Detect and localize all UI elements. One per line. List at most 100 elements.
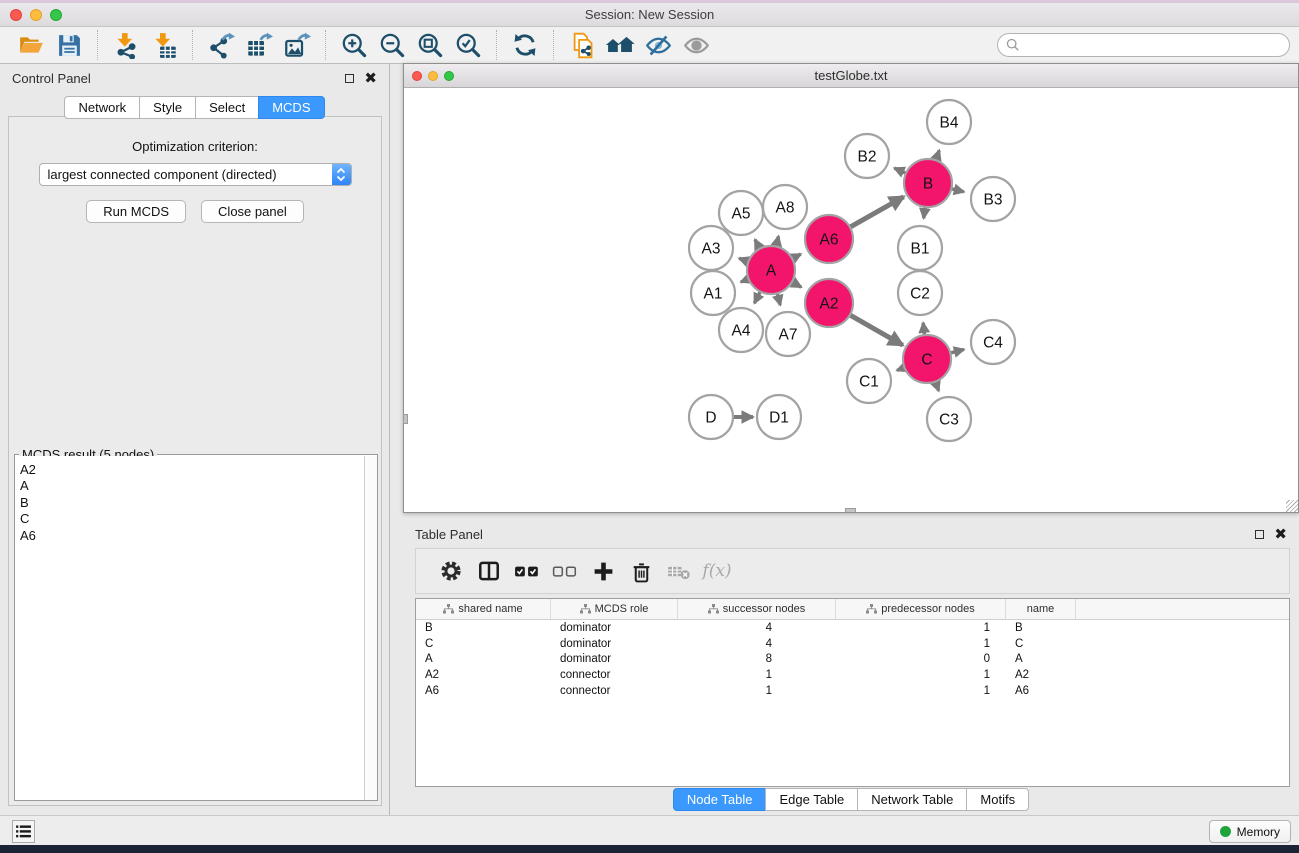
- node-D1[interactable]: D1: [757, 395, 801, 439]
- export-network-button[interactable]: [206, 30, 236, 60]
- show-all-button[interactable]: [681, 30, 711, 60]
- close-panel-button[interactable]: Close panel: [201, 200, 304, 223]
- node-C3[interactable]: C3: [927, 397, 971, 441]
- edge-A6-B[interactable]: [848, 197, 903, 228]
- table-cell[interactable]: dominator: [551, 653, 678, 665]
- node-B1[interactable]: B1: [898, 226, 942, 270]
- run-mcds-button[interactable]: Run MCDS: [86, 200, 186, 223]
- split-view-button[interactable]: [470, 556, 508, 586]
- table-cell[interactable]: 4: [678, 622, 836, 634]
- zoom-fit-button[interactable]: [415, 30, 445, 60]
- window-resize-handle[interactable]: [1286, 500, 1298, 512]
- horizontal-scroll-thumb[interactable]: [845, 508, 856, 512]
- column-header-mcds-role[interactable]: MCDS role: [551, 599, 678, 619]
- table-cell[interactable]: A: [1006, 653, 1076, 665]
- table-cell[interactable]: 4: [678, 638, 836, 650]
- table-cell[interactable]: A6: [1006, 685, 1076, 697]
- memory-button[interactable]: Memory: [1209, 820, 1291, 843]
- column-header-name[interactable]: name: [1006, 599, 1076, 619]
- close-table-panel-icon[interactable]: ✖: [1274, 530, 1287, 539]
- float-table-panel-icon[interactable]: [1255, 530, 1264, 539]
- deselect-all-columns-button[interactable]: [546, 556, 584, 586]
- node-A8[interactable]: A8: [763, 185, 807, 229]
- table-cell[interactable]: C: [416, 638, 551, 650]
- vertical-scroll-thumb[interactable]: [403, 414, 408, 424]
- close-panel-icon[interactable]: ✖: [364, 74, 377, 83]
- edge-A2-C[interactable]: [848, 314, 903, 345]
- result-item[interactable]: C: [20, 511, 364, 527]
- node-C[interactable]: C: [903, 335, 951, 383]
- node-B3[interactable]: B3: [971, 177, 1015, 221]
- network-canvas[interactable]: A A1 A2 A3 A4 A5 A6 A7 A8 B B1 B2 B3B4 C C1C2 C3C4 D D1: [404, 88, 1298, 512]
- criterion-dropdown[interactable]: largest connected component (directed): [39, 163, 352, 186]
- zoom-out-button[interactable]: [377, 30, 407, 60]
- search-input[interactable]: [997, 33, 1290, 57]
- tab-select[interactable]: Select: [195, 96, 259, 119]
- table-cell[interactable]: 1: [678, 669, 836, 681]
- node-B[interactable]: B: [904, 159, 952, 207]
- table-cell[interactable]: 1: [836, 669, 1006, 681]
- node-C1[interactable]: C1: [847, 359, 891, 403]
- tab-network[interactable]: Network: [64, 96, 140, 119]
- table-cell[interactable]: B: [1006, 622, 1076, 634]
- table-cell[interactable]: B: [416, 622, 551, 634]
- table-settings-button[interactable]: [432, 556, 470, 586]
- duplicate-network-button[interactable]: [567, 30, 597, 60]
- node-A3[interactable]: A3: [689, 226, 733, 270]
- table-cell[interactable]: 1: [836, 685, 1006, 697]
- node-C4[interactable]: C4: [971, 320, 1015, 364]
- table-cell[interactable]: connector: [551, 669, 678, 681]
- save-session-button[interactable]: [54, 30, 84, 60]
- table-cell[interactable]: connector: [551, 685, 678, 697]
- result-item[interactable]: A6: [20, 528, 364, 544]
- node-B4[interactable]: B4: [927, 100, 971, 144]
- add-row-button[interactable]: [584, 556, 622, 586]
- table-row[interactable]: Cdominator41C: [416, 636, 1289, 652]
- table-cell[interactable]: 1: [678, 685, 836, 697]
- function-builder-button[interactable]: f(x): [698, 556, 736, 586]
- table-cell[interactable]: 1: [836, 622, 1006, 634]
- table-row[interactable]: A6connector11A6: [416, 683, 1289, 699]
- table-cell[interactable]: A2: [1006, 669, 1076, 681]
- result-item[interactable]: A2: [20, 462, 364, 478]
- node-C2[interactable]: C2: [898, 271, 942, 315]
- table-cell[interactable]: 0: [836, 653, 1006, 665]
- table-cell[interactable]: A2: [416, 669, 551, 681]
- column-header-shared-name[interactable]: shared name: [416, 599, 551, 619]
- task-history-button[interactable]: [12, 820, 35, 843]
- node-A2[interactable]: A2: [805, 279, 853, 327]
- table-cell[interactable]: 8: [678, 653, 836, 665]
- result-item[interactable]: B: [20, 495, 364, 511]
- select-all-columns-button[interactable]: [508, 556, 546, 586]
- table-tab-motifs[interactable]: Motifs: [966, 788, 1029, 811]
- node-A1[interactable]: A1: [691, 271, 735, 315]
- export-image-button[interactable]: [282, 30, 312, 60]
- node-D[interactable]: D: [689, 395, 733, 439]
- table-cell[interactable]: A: [416, 653, 551, 665]
- tab-style[interactable]: Style: [139, 96, 196, 119]
- node-A7[interactable]: A7: [766, 312, 810, 356]
- hide-selected-button[interactable]: [643, 30, 673, 60]
- table-row[interactable]: Adominator80A: [416, 652, 1289, 668]
- node-A5[interactable]: A5: [719, 191, 763, 235]
- result-scrollbar[interactable]: [364, 456, 377, 800]
- node-B2[interactable]: B2: [845, 134, 889, 178]
- table-tab-node-table[interactable]: Node Table: [673, 788, 767, 811]
- import-network-button[interactable]: [111, 30, 141, 60]
- node-A[interactable]: A: [747, 246, 795, 294]
- table-tab-edge-table[interactable]: Edge Table: [765, 788, 858, 811]
- table-cell[interactable]: dominator: [551, 638, 678, 650]
- node-A6[interactable]: A6: [805, 215, 853, 263]
- table-cell[interactable]: A6: [416, 685, 551, 697]
- node-table[interactable]: shared nameMCDS rolesuccessor nodesprede…: [415, 598, 1290, 787]
- open-session-button[interactable]: [16, 30, 46, 60]
- delete-table-button[interactable]: [660, 556, 698, 586]
- import-table-button[interactable]: [149, 30, 179, 60]
- node-A4[interactable]: A4: [719, 308, 763, 352]
- float-panel-icon[interactable]: [345, 74, 354, 83]
- table-cell[interactable]: 1: [836, 638, 1006, 650]
- table-cell[interactable]: C: [1006, 638, 1076, 650]
- delete-row-button[interactable]: [622, 556, 660, 586]
- table-row[interactable]: A2connector11A2: [416, 667, 1289, 683]
- table-cell[interactable]: dominator: [551, 622, 678, 634]
